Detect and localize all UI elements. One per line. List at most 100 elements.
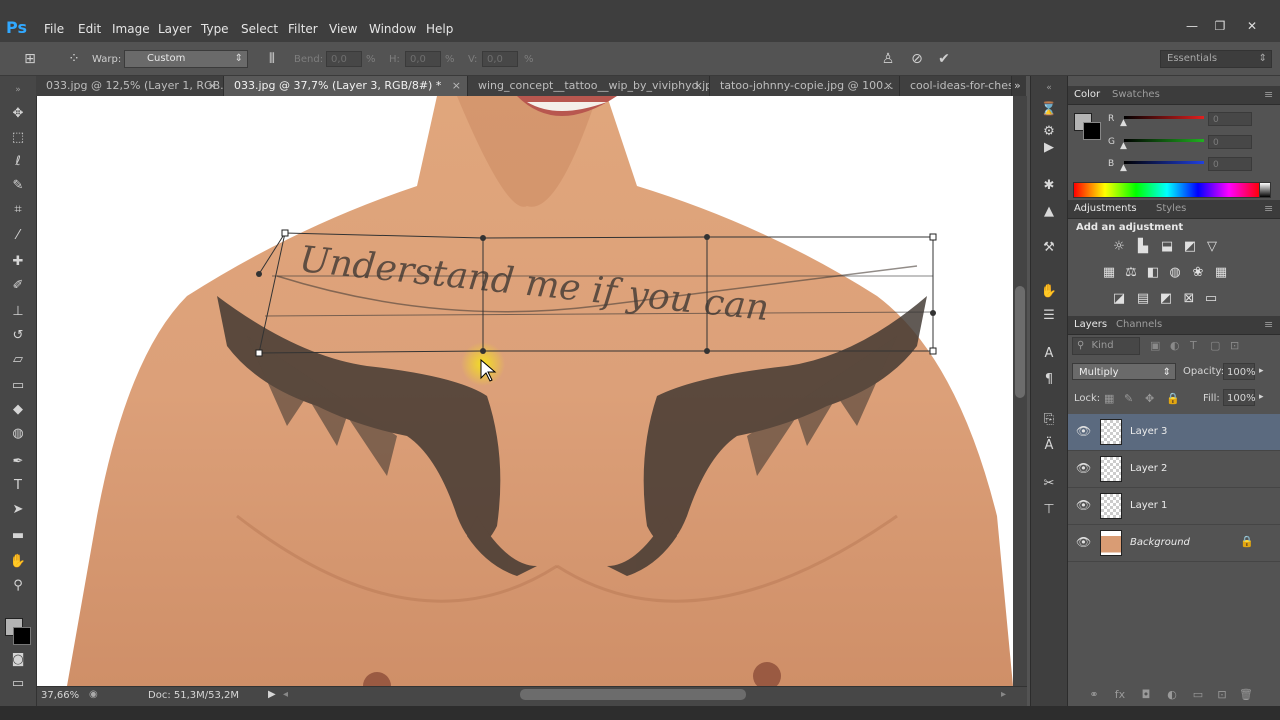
color-lookup-icon[interactable]: ▦ [1212, 265, 1230, 281]
curves-icon[interactable]: ⬓ [1158, 239, 1176, 255]
zoom-level[interactable]: 37,66% [41, 690, 79, 701]
black-white-icon[interactable]: ◧ [1144, 265, 1162, 281]
warp-style-select[interactable]: Custom ⇕ [124, 50, 248, 68]
glyphs-icon[interactable]: Ä [1039, 436, 1059, 456]
layer-row-layer-1[interactable]: 👁 Layer 1 [1068, 488, 1280, 525]
reference-point-icon[interactable]: ⁘ [64, 50, 84, 68]
fill-dropdown-icon[interactable]: ▸ [1259, 392, 1264, 402]
opacity-dropdown-icon[interactable]: ▸ [1259, 366, 1264, 376]
visibility-eye-icon[interactable]: 👁 [1076, 461, 1091, 475]
lock-transparent-icon[interactable]: ▦ [1104, 392, 1114, 405]
b-slider[interactable] [1124, 161, 1204, 164]
r-slider[interactable] [1124, 116, 1204, 119]
fill-input[interactable]: 100% [1223, 389, 1256, 406]
layer-style-icon[interactable]: fx [1112, 688, 1128, 702]
type-tool-icon[interactable]: T [6, 476, 30, 496]
pixel-filter-icon[interactable]: ▣ [1150, 339, 1160, 352]
color-spectrum-bar[interactable] [1073, 182, 1261, 198]
marquee-tool-icon[interactable]: ⬚ [6, 128, 30, 148]
path-selection-tool-icon[interactable]: ➤ [6, 500, 30, 520]
layer-name[interactable]: Layer 2 [1130, 463, 1167, 474]
tab-color[interactable]: Color [1074, 89, 1100, 100]
layer-row-background[interactable]: 👁 Background 🔒 [1068, 525, 1280, 562]
close-tab-icon[interactable]: × [884, 76, 893, 96]
new-adjustment-layer-icon[interactable]: ◐ [1164, 688, 1180, 702]
menu-file[interactable]: File [44, 22, 64, 36]
link-layers-icon[interactable]: ⚭ [1086, 688, 1102, 702]
status-menu-arrow-icon[interactable]: ▶ [268, 689, 276, 700]
close-tab-icon[interactable]: × [694, 76, 703, 96]
tools-icon[interactable]: ✂ [1039, 474, 1059, 494]
brush-presets-icon[interactable]: ✱ [1039, 176, 1059, 196]
layer-name[interactable]: Layer 3 [1130, 426, 1167, 437]
add-mask-icon[interactable]: ◘ [1138, 688, 1154, 702]
delete-layer-icon[interactable]: 🗑 [1238, 688, 1254, 702]
status-info-icon[interactable]: ◉ [89, 689, 98, 700]
vibrance-icon[interactable]: ▽ [1203, 239, 1221, 255]
hue-saturation-icon[interactable]: ▦ [1100, 265, 1118, 281]
layer-filter-select[interactable]: ⚲ Kind [1072, 337, 1140, 355]
background-color-swatch[interactable] [1083, 122, 1101, 140]
rectangle-tool-icon[interactable]: ▬ [6, 526, 30, 546]
shape-filter-icon[interactable]: ▢ [1210, 339, 1220, 352]
tab-styles[interactable]: Styles [1156, 203, 1186, 214]
clone-stamp-tool-icon[interactable]: ⊥ [6, 302, 30, 322]
menu-select[interactable]: Select [241, 22, 278, 36]
eraser-tool-icon[interactable]: ▱ [6, 350, 30, 370]
panel-menu-icon[interactable]: ≡ [1264, 202, 1273, 215]
lock-position-icon[interactable]: ✥ [1145, 392, 1154, 405]
channel-mixer-icon[interactable]: ❀ [1189, 265, 1207, 281]
tab-adjustments[interactable]: Adjustments [1074, 203, 1137, 214]
tab-doc-5[interactable]: cool-ideas-for-chest-tatt [900, 76, 1012, 96]
brush-tool-icon[interactable]: ✐ [6, 276, 30, 296]
lock-all-icon[interactable]: 🔒 [1166, 392, 1180, 405]
vertical-scroll-thumb[interactable] [1015, 286, 1025, 398]
close-tab-icon[interactable]: × [208, 76, 217, 96]
grayscale-ramp[interactable] [1259, 182, 1271, 198]
history-icon[interactable]: ⌛ [1039, 100, 1059, 120]
warp-orientation-icon[interactable]: ⫴ [262, 50, 282, 68]
menu-help[interactable]: Help [426, 22, 453, 36]
v-input[interactable]: 0,0 [482, 51, 518, 67]
menu-image[interactable]: Image [112, 22, 150, 36]
h-input[interactable]: 0,0 [405, 51, 441, 67]
slider-thumb-icon[interactable]: ▲ [1120, 118, 1127, 128]
layer-row-layer-2[interactable]: 👁 Layer 2 [1068, 451, 1280, 488]
invert-icon[interactable]: ◪ [1110, 291, 1128, 307]
commit-transform-icon[interactable]: ✔ [934, 50, 954, 68]
threshold-icon[interactable]: ◩ [1157, 291, 1175, 307]
dodge-tool-icon[interactable]: ◍ [6, 424, 30, 444]
brush-panel-icon[interactable]: ✋ [1039, 282, 1059, 302]
screen-mode-icon[interactable]: ▭ [6, 674, 30, 694]
adjustment-filter-icon[interactable]: ◐ [1170, 339, 1180, 352]
menu-filter[interactable]: Filter [288, 22, 318, 36]
horizontal-scroll-thumb[interactable] [520, 689, 746, 700]
layer-row-layer-3[interactable]: 👁 Layer 3 [1068, 414, 1280, 451]
maximize-button[interactable]: ❐ [1209, 19, 1231, 33]
tab-doc-3[interactable]: wing_concept__tattoo__wip_by_viviphyd.jp… [468, 76, 710, 96]
brightness-contrast-icon[interactable]: ☼ [1110, 239, 1128, 255]
measurement-icon[interactable]: ⊤ [1039, 500, 1059, 520]
slider-thumb-icon[interactable]: ▲ [1120, 141, 1127, 151]
minimize-button[interactable]: — [1181, 19, 1203, 33]
tab-swatches[interactable]: Swatches [1112, 89, 1160, 100]
tab-channels[interactable]: Channels [1116, 319, 1162, 330]
crop-tool-icon[interactable]: ⌗ [6, 200, 30, 220]
close-tab-icon[interactable]: × [452, 76, 461, 96]
collapse-panels-icon[interactable]: « [1039, 78, 1059, 98]
history-brush-tool-icon[interactable]: ↺ [6, 326, 30, 346]
tab-doc-1[interactable]: 033.jpg @ 12,5% (Layer 1, RGB... × [36, 76, 224, 96]
slider-thumb-icon[interactable]: ▲ [1120, 163, 1127, 173]
close-window-button[interactable]: ✕ [1241, 19, 1263, 33]
menu-view[interactable]: View [329, 22, 357, 36]
visibility-eye-icon[interactable]: 👁 [1076, 498, 1091, 512]
bend-input[interactable]: 0,0 [326, 51, 362, 67]
r-value-input[interactable]: 0 [1208, 112, 1252, 126]
panel-menu-icon[interactable]: ≡ [1264, 318, 1273, 331]
visibility-eye-icon[interactable]: 👁 [1076, 535, 1091, 549]
menu-edit[interactable]: Edit [78, 22, 101, 36]
blur-tool-icon[interactable]: ◆ [6, 400, 30, 420]
layer-name[interactable]: Layer 1 [1130, 500, 1167, 511]
tab-doc-2[interactable]: 033.jpg @ 37,7% (Layer 3, RGB/8#) * × [224, 76, 468, 96]
move-tool-icon[interactable]: ✥ [6, 104, 30, 124]
